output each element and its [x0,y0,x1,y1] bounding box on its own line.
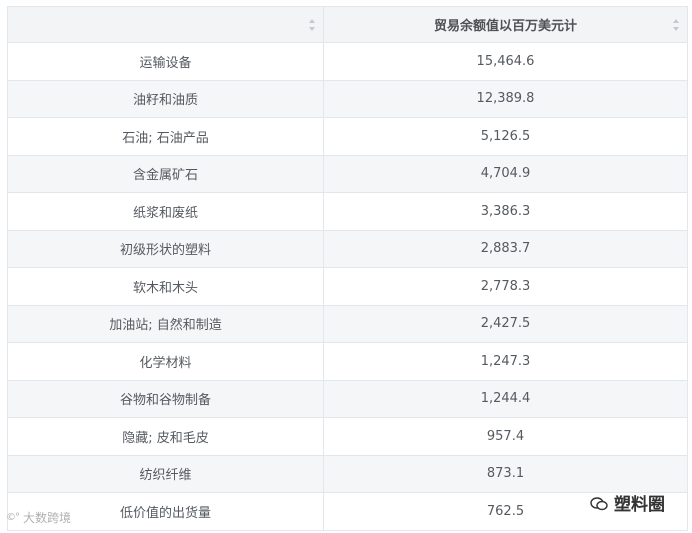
table-row: 含金属矿石 4,704.9 [8,155,688,193]
value-cell: 957.4 [324,418,688,455]
value-cell: 12,389.8 [324,80,688,117]
table-row: 初级形状的塑料 2,883.7 [8,230,688,268]
column-header-trade-balance-label: 贸易余额值以百万美元计 [433,19,577,34]
table-header-row: 贸易余额值以百万美元计 [8,7,688,43]
category-cell: 油籽和油质 [8,80,324,117]
column-header-category[interactable] [8,7,324,42]
wechat-account-name: 塑料圈 [614,495,665,515]
value-cell: 2,427.5 [324,305,688,342]
table-row: 运输设备 15,464.6 [8,43,688,81]
value-cell: 2,883.7 [324,230,688,267]
category-cell: 隐藏; 皮和毛皮 [8,418,324,455]
table-row: 石油; 石油产品 5,126.5 [8,118,688,156]
table-row: 油籽和油质 12,389.8 [8,80,688,118]
value-cell: 3,386.3 [324,193,688,230]
sort-icon[interactable] [308,18,316,31]
value-cell: 2,778.3 [324,268,688,305]
trade-balance-table: 贸易余额值以百万美元计 运输设备 15,464.6 油籽和油质 12,389.8… [7,6,688,531]
table-row: 纺织纤维 873.1 [8,455,688,493]
value-cell: 873.1 [324,455,688,492]
table-row: 隐藏; 皮和毛皮 957.4 [8,418,688,456]
table-row: 加油站; 自然和制造 2,427.5 [8,305,688,343]
wechat-icon [590,496,608,510]
column-header-trade-balance[interactable]: 贸易余额值以百万美元计 [324,7,688,42]
value-cell: 5,126.5 [324,118,688,155]
value-cell: 15,464.6 [324,43,688,80]
value-cell: 1,244.4 [324,380,688,417]
category-cell: 软木和木头 [8,268,324,305]
sort-icon[interactable] [672,18,680,31]
value-cell: 4,704.9 [324,155,688,192]
category-cell: 谷物和谷物制备 [8,380,324,417]
category-cell: 含金属矿石 [8,155,324,192]
source-watermark: ©° 大数跨境 [6,509,71,526]
category-cell: 纸浆和废纸 [8,193,324,230]
table-row: 谷物和谷物制备 1,244.4 [8,380,688,418]
category-cell: 纺织纤维 [8,455,324,492]
table-row: 化学材料 1,247.3 [8,343,688,381]
category-cell: 化学材料 [8,343,324,380]
table-row: 软木和木头 2,778.3 [8,268,688,306]
table-row: 低价值的出货量 762.5 [8,493,688,531]
category-cell: 运输设备 [8,43,324,80]
category-cell: 加油站; 自然和制造 [8,305,324,342]
watermark-text: 大数跨境 [23,511,72,525]
wechat-watermark: 塑料圈 [590,490,665,515]
table-row: 纸浆和废纸 3,386.3 [8,193,688,231]
category-cell: 初级形状的塑料 [8,230,324,267]
sort-down-icon [673,26,679,31]
sort-down-icon [309,26,315,31]
category-cell: 石油; 石油产品 [8,118,324,155]
value-cell: 1,247.3 [324,343,688,380]
sort-up-icon [673,18,679,23]
watermark-logo: ©° [6,512,20,523]
sort-up-icon [309,18,315,23]
